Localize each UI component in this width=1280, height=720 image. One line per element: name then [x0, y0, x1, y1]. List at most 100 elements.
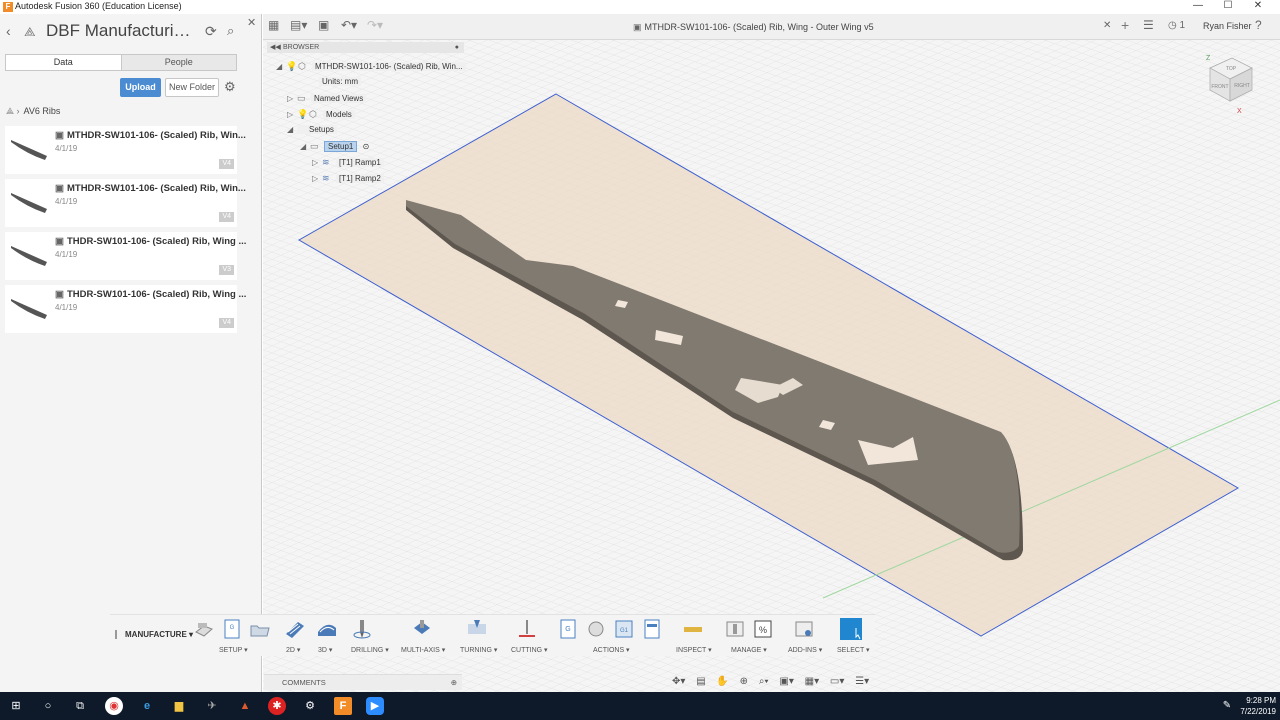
svg-text:RIGHT: RIGHT [1234, 83, 1250, 89]
refresh-icon[interactable]: ⟳ [205, 23, 217, 40]
zoom-icon[interactable]: ⊕ [740, 676, 748, 687]
look-at-icon[interactable]: ▤ [696, 676, 705, 687]
gear-icon[interactable]: ⚙ [224, 79, 236, 95]
system-clock[interactable]: 9:28 PM 7/22/2019 [1236, 695, 1276, 717]
3d-group[interactable]: 3D ▾ [316, 618, 341, 654]
orbit-icon[interactable]: ✥▾ [672, 676, 685, 687]
collapse-icon[interactable]: ◀◀ [270, 42, 281, 53]
expand-icon: ▷ [287, 110, 294, 119]
actions-group[interactable]: G G1 ACTIONS ▾ [557, 618, 666, 654]
help-icon[interactable]: ? [1255, 18, 1262, 32]
close-panel-icon[interactable]: ✕ [247, 16, 256, 29]
navigation-bar: ✥▾ ▤ ✋ ⊕ ⌕▾ ▣▾ ▦▾ ▭▾ ☰▾ [672, 674, 869, 690]
minimize-button[interactable]: — [1183, 0, 1213, 14]
file-date: 4/1/19 [55, 144, 78, 153]
file-card[interactable]: ▣ THDR-SW101-106- (Scaled) Rib, Wing ... … [5, 232, 246, 280]
post-library-icon: % [754, 620, 772, 638]
add-ins-group[interactable]: ADD-INS ▾ [788, 618, 822, 654]
folder-icon: ⬡ [309, 109, 317, 119]
fusion-taskbar-icon[interactable]: F [334, 697, 352, 715]
inspect-group[interactable]: INSPECT ▾ [676, 618, 712, 654]
turning-group[interactable]: TURNING ▾ [460, 618, 497, 654]
version-badge: V4 [219, 318, 234, 328]
start-windows-icon[interactable]: ⊞ [7, 697, 25, 715]
svg-text:X: X [1237, 108, 1242, 114]
document-tab[interactable]: ▣ MTHDR-SW101-106- (Scaled) Rib, Wing - O… [633, 17, 1113, 37]
activate-icon[interactable]: ⊙ [363, 142, 370, 151]
manage-group[interactable]: % MANAGE ▾ [724, 618, 777, 654]
fit-icon[interactable]: ⌕▾ [759, 676, 769, 687]
tree-models[interactable]: ▷ 💡⬡ Models [287, 107, 355, 121]
app-icon[interactable]: ✈ [203, 697, 221, 715]
file-name: ▣ MTHDR-SW101-106- (Scaled) Rib, Win... [55, 183, 246, 194]
file-card[interactable]: ▣ MTHDR-SW101-106- (Scaled) Rib, Win... 4… [5, 126, 246, 174]
tree-units[interactable]: Units: mm [319, 75, 361, 89]
file-menu-icon[interactable]: ▤▾ [290, 18, 307, 32]
view-cube[interactable]: TOP FRONT RIGHT Z X [1202, 52, 1258, 115]
user-name[interactable]: Ryan Fisher [1203, 21, 1252, 31]
multi-axis-group[interactable]: MULTI-AXIS ▾ [401, 618, 445, 654]
comments-panel[interactable]: COMMENTS ⊕ [264, 674, 462, 690]
folder-breadcrumb[interactable]: ⟁ › AV6 Ribs [6, 106, 60, 117]
job-status-icon[interactable]: ◷ 1 [1168, 20, 1185, 31]
file-card[interactable]: ▣ THDR-SW101-106- (Scaled) Rib, Wing ... … [5, 285, 246, 333]
undo-icon[interactable]: ↶▾ [341, 18, 357, 32]
new-tab-icon[interactable]: + [1121, 17, 1129, 33]
environment-icon[interactable]: ☰▾ [855, 676, 869, 687]
file-thumbnail [11, 140, 47, 160]
task-view-icon[interactable]: ⧉ [71, 697, 89, 715]
tree-setups[interactable]: ◢ Setups [287, 123, 337, 137]
pin-icon[interactable]: ⊕ [451, 675, 457, 691]
tree-named-views[interactable]: ▷ ▭ Named Views [287, 91, 367, 105]
browser-panel: ◀◀ BROWSER ● ◢ 💡⬡ MTHDR-SW101-106- (Scaled… [267, 42, 466, 187]
setup-group[interactable]: G SETUP ▾ [193, 618, 274, 654]
2d-group[interactable]: 2D ▾ [284, 618, 309, 654]
save-icon[interactable]: ▣ [318, 18, 329, 32]
file-card[interactable]: ▣ MTHDR-SW101-106- (Scaled) Rib, Win... 4… [5, 179, 246, 227]
close-window-button[interactable]: ✕ [1243, 0, 1273, 14]
search-icon[interactable]: ⌕ [227, 23, 234, 39]
file-date: 4/1/19 [55, 250, 78, 259]
file-thumbnail [11, 246, 47, 266]
view-cube-icon[interactable]: TOP FRONT RIGHT Z X [1202, 52, 1258, 115]
design-icon: ▣ [55, 183, 64, 194]
grid-settings-icon[interactable]: ▦▾ [805, 676, 819, 687]
svg-text:FRONT: FRONT [1211, 84, 1228, 90]
zoom-app-icon[interactable]: ▶ [366, 697, 384, 715]
tree-operation[interactable]: ▷ ≋ [T1] Ramp2 [312, 171, 384, 185]
maximize-button[interactable]: ☐ [1213, 0, 1243, 14]
drilling-group[interactable]: DRILLING ▾ [351, 618, 389, 654]
tree-operation[interactable]: ▷ ≋ [T1] Ramp1 [312, 155, 384, 169]
svg-text:G1: G1 [620, 628, 629, 634]
back-icon[interactable]: ‹ [6, 23, 11, 39]
redo-icon[interactable]: ↷▾ [367, 18, 383, 32]
notification-icon[interactable]: ✎ [1218, 697, 1236, 715]
tree-setup1[interactable]: ◢ ▭ Setup1 ⊙ [300, 139, 369, 153]
pin-icon[interactable]: ● [455, 42, 459, 53]
file-date: 4/1/19 [55, 197, 78, 206]
upload-button[interactable]: Upload [120, 78, 161, 97]
select-group[interactable]: SELECT ▾ [837, 618, 870, 654]
close-tab-icon[interactable]: ✕ [1103, 20, 1111, 31]
data-panel-toggle-icon[interactable]: ☰ [1143, 18, 1154, 32]
design-icon: ▣ [633, 22, 642, 32]
workspace-switcher[interactable]: MANUFACTURE ▾ [115, 630, 193, 639]
search-icon[interactable]: ○ [39, 697, 57, 715]
cutting-group[interactable]: CUTTING ▾ [511, 618, 548, 654]
tab-people[interactable]: People [120, 55, 237, 70]
viewports-icon[interactable]: ▭▾ [830, 676, 844, 687]
pan-icon[interactable]: ✋ [716, 676, 728, 687]
file-explorer-icon[interactable]: ▆ [170, 697, 188, 715]
app-grid-icon[interactable]: ▦ [268, 18, 279, 32]
settings-app-icon[interactable]: ✱ [268, 697, 286, 715]
tree-root[interactable]: ◢ 💡⬡ MTHDR-SW101-106- (Scaled) Rib, Win... [276, 59, 466, 73]
gear-icon[interactable]: ⚙ [301, 697, 319, 715]
display-settings-icon[interactable]: ▣▾ [779, 676, 793, 687]
chrome-icon[interactable]: ◉ [105, 697, 123, 715]
matlab-icon[interactable]: ▲ [236, 697, 254, 715]
cutting-icon [519, 620, 535, 637]
new-folder-button[interactable]: New Folder [165, 78, 219, 97]
edge-icon[interactable]: e [138, 697, 156, 715]
browser-header[interactable]: ◀◀ BROWSER ● [267, 42, 464, 53]
tab-data[interactable]: Data [6, 55, 121, 70]
